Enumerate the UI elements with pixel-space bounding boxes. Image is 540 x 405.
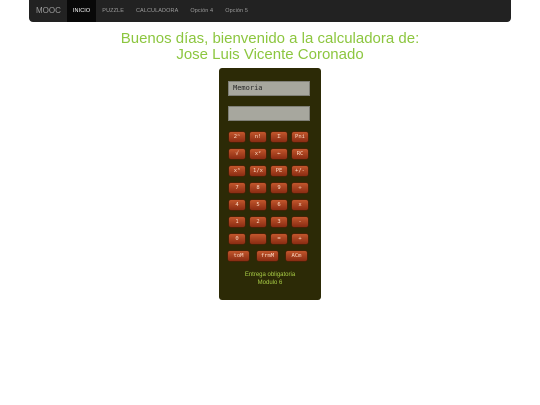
calc-key-r7-c4[interactable]: + bbox=[292, 234, 308, 244]
calc-key-r1-c3[interactable]: Σ bbox=[271, 132, 287, 142]
calc-key-r7-c2[interactable] bbox=[250, 234, 266, 244]
calc-key-r2-c2[interactable]: x² bbox=[250, 149, 266, 159]
nav-item-opcion-5[interactable]: Opción 5 bbox=[219, 0, 254, 22]
calc-key-r6-c2[interactable]: 2 bbox=[250, 217, 266, 227]
clear-memory-button[interactable]: ACm bbox=[286, 251, 307, 261]
calc-key-r3-c2[interactable]: 1/x bbox=[250, 166, 266, 176]
calculator-panel: Memoria Entrega obligatoria Modulo 6 2ⁿ n… bbox=[219, 68, 321, 300]
calc-key-r4-c3[interactable]: 9 bbox=[271, 183, 287, 193]
calc-key-r5-c3[interactable]: 6 bbox=[271, 200, 287, 210]
calc-key-r5-c2[interactable]: 5 bbox=[250, 200, 266, 210]
from-memory-button[interactable]: frmM bbox=[257, 251, 278, 261]
greeting-heading: Buenos días, bienvenido a la calculadora… bbox=[0, 31, 540, 63]
brand-link[interactable]: MOOC bbox=[29, 0, 67, 22]
nav-item-opcion-4[interactable]: Opción 4 bbox=[184, 0, 219, 22]
calc-key-r2-c3[interactable]: ← bbox=[271, 149, 287, 159]
greeting-user-name: Jose Luis Vicente Coronado bbox=[176, 46, 364, 63]
memory-display[interactable]: Memoria bbox=[228, 81, 310, 96]
calc-key-r7-c3[interactable]: = bbox=[271, 234, 287, 244]
nav-item-inicio[interactable]: INICIO bbox=[66, 0, 97, 22]
calc-key-r7-c1[interactable]: 0 bbox=[229, 234, 245, 244]
main-display[interactable] bbox=[228, 106, 310, 121]
nav-item-puzzle[interactable]: PUZZLE bbox=[96, 0, 130, 22]
greeting-line-1: Buenos días, bienvenido a la calculadora… bbox=[120, 30, 420, 47]
calc-key-r5-c1[interactable]: 4 bbox=[229, 200, 245, 210]
calc-key-r2-c1[interactable]: √ bbox=[229, 149, 245, 159]
calc-key-r3-c4[interactable]: +/- bbox=[292, 166, 308, 176]
calc-key-r1-c2[interactable]: n! bbox=[250, 132, 266, 142]
to-memory-button[interactable]: toM bbox=[228, 251, 249, 261]
calc-key-r3-c3[interactable]: PE bbox=[271, 166, 287, 176]
calc-key-r6-c4[interactable]: - bbox=[292, 217, 308, 227]
calc-key-r6-c3[interactable]: 3 bbox=[271, 217, 287, 227]
calc-key-r2-c4[interactable]: RC bbox=[292, 149, 308, 159]
footer-line-1: Entrega obligatoria bbox=[244, 272, 296, 278]
calc-key-r4-c4[interactable]: ÷ bbox=[292, 183, 308, 193]
nav-menu: INICIO PUZZLE CALCULADORA Opción 4 Opció… bbox=[66, 0, 254, 22]
nav-item-calculadora[interactable]: CALCULADORA bbox=[130, 0, 184, 22]
calc-key-r6-c1[interactable]: 1 bbox=[229, 217, 245, 227]
calc-key-r5-c4[interactable]: x bbox=[292, 200, 308, 210]
calc-key-r4-c1[interactable]: 7 bbox=[229, 183, 245, 193]
footer-line-2: Modulo 6 bbox=[257, 280, 283, 286]
calc-key-r3-c1[interactable]: x³ bbox=[229, 166, 245, 176]
top-navbar: MOOC INICIO PUZZLE CALCULADORA Opción 4 … bbox=[29, 0, 511, 22]
calc-key-r1-c4[interactable]: Pni bbox=[292, 132, 308, 142]
calc-key-r1-c1[interactable]: 2ⁿ bbox=[229, 132, 245, 142]
calc-key-r4-c2[interactable]: 8 bbox=[250, 183, 266, 193]
